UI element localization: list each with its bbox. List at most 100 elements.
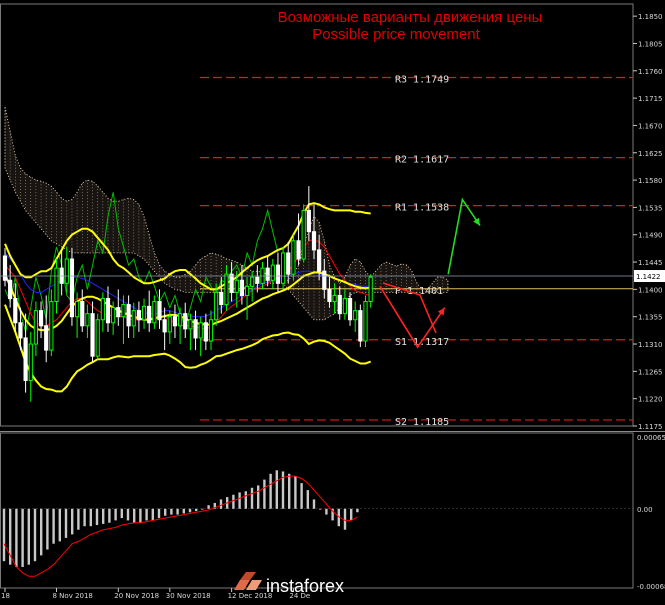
oscillator-histogram-bar xyxy=(306,490,309,509)
price-chart: R3 1.1749R2 1.1617R1 1.1538P 1.1401S1 1.… xyxy=(0,0,665,605)
bull-candle xyxy=(75,301,80,318)
bear-candle xyxy=(172,316,178,327)
oscillator-histogram-bar xyxy=(207,505,210,509)
bear-candle xyxy=(306,209,311,233)
oscillator-histogram-bar xyxy=(58,508,61,542)
bear-candle xyxy=(275,264,281,284)
oscillator-histogram-bar xyxy=(164,508,167,516)
price-tick-label: 1.1850 xyxy=(638,13,663,21)
price-tick-label: 1.1445 xyxy=(638,259,663,267)
bear-candle xyxy=(327,288,332,303)
bear-candle xyxy=(18,322,23,339)
oscillator-histogram-bar xyxy=(21,508,24,568)
oscillator-histogram-bar xyxy=(77,508,80,530)
bull-candle xyxy=(121,304,126,318)
oscillator-histogram-bar xyxy=(288,473,291,509)
oscillator-histogram-bar xyxy=(170,508,173,515)
oscillator-histogram-bar xyxy=(269,473,272,509)
oscillator-histogram-bar xyxy=(300,483,303,509)
oscillator-histogram-bar xyxy=(356,508,359,513)
bear-candle xyxy=(203,322,208,342)
bull-candle xyxy=(244,285,250,296)
bear-candle xyxy=(322,270,327,290)
bull-candle xyxy=(332,294,337,303)
bear-candle xyxy=(44,325,49,351)
bull-candle xyxy=(353,310,358,321)
bull-candle xyxy=(111,307,116,324)
pivot-level-label: S1 1.1317 xyxy=(395,337,449,348)
oscillator-histogram-bar xyxy=(257,485,260,509)
bull-candle xyxy=(100,297,105,321)
oscillator-histogram-bar xyxy=(133,508,136,523)
bear-candle xyxy=(358,310,363,342)
price-tick-label: 1.1760 xyxy=(638,68,663,76)
bear-candle xyxy=(38,310,44,327)
bull-candle xyxy=(49,301,54,351)
bear-candle xyxy=(183,313,188,330)
bull-candle xyxy=(250,276,255,287)
price-tick-label: 1.1220 xyxy=(638,396,663,404)
oscillator-histogram-bar xyxy=(139,508,142,523)
current-price-label: 1.1422 xyxy=(636,273,661,281)
bull-candle xyxy=(64,258,69,284)
oscillator-histogram-bar xyxy=(157,508,161,519)
oscillator-histogram-bar xyxy=(250,487,254,509)
bear-candle xyxy=(255,276,260,284)
bull-candle xyxy=(368,276,373,303)
bear-candle xyxy=(219,291,224,306)
oscillator-histogram-bar xyxy=(2,508,6,562)
bear-candle xyxy=(69,258,75,318)
pivot-level-label: R1 1.1538 xyxy=(395,203,449,214)
bear-candle xyxy=(162,319,167,333)
pivot-level-label: R2 1.1617 xyxy=(395,155,449,166)
bear-candle xyxy=(337,294,342,315)
oscillator-histogram-bar xyxy=(126,508,130,521)
oscillator-histogram-bar xyxy=(238,492,241,509)
oscillator-histogram-bar xyxy=(120,508,123,519)
oscillator-histogram-bar xyxy=(275,470,278,509)
oscillator-histogram-bar xyxy=(151,508,154,521)
price-tick-label: 1.1805 xyxy=(638,40,663,48)
bull-candle xyxy=(291,240,296,275)
bull-candle xyxy=(234,279,239,293)
bear-candle xyxy=(347,297,353,321)
oscillator-histogram-bar xyxy=(83,508,86,527)
bull-candle xyxy=(270,264,275,281)
oscillator-histogram-bar xyxy=(188,508,192,513)
price-tick-label: 1.1580 xyxy=(638,177,663,185)
bull-candle xyxy=(33,310,38,345)
bear-candle xyxy=(193,319,198,339)
oscillator-histogram-bar xyxy=(145,508,148,521)
bear-candle xyxy=(80,301,85,327)
bull-candle xyxy=(301,209,306,260)
bull-candle xyxy=(95,319,100,357)
bear-candle xyxy=(286,252,291,275)
bear-candle xyxy=(311,231,317,251)
bull-candle xyxy=(281,252,286,284)
bull-candle xyxy=(188,319,193,330)
time-tick-label: 18 xyxy=(1,592,10,600)
oscillator-histogram-bar xyxy=(319,508,322,510)
logo-text: instaforex xyxy=(266,576,344,596)
oscillator-histogram-bar xyxy=(263,479,266,509)
bull-candle xyxy=(178,313,183,327)
price-tick-label: 1.1535 xyxy=(638,204,663,212)
oscillator-histogram-bar xyxy=(64,508,68,538)
bear-candle xyxy=(265,267,270,281)
bear-candle xyxy=(116,307,121,318)
oscillator-histogram-bar xyxy=(325,508,328,515)
bull-candle xyxy=(28,343,33,381)
price-tick-label: 1.1670 xyxy=(638,122,663,130)
oscillator-histogram-bar xyxy=(201,508,204,510)
time-tick-label: 30 Nov 2018 xyxy=(166,592,211,600)
price-tick-label: 1.1400 xyxy=(638,286,663,294)
bear-candle xyxy=(136,310,142,321)
bull-candle xyxy=(167,316,172,333)
oscillator-histogram-bar xyxy=(27,508,30,565)
oscillator-histogram-bar xyxy=(232,494,235,509)
oscillator-histogram-bar xyxy=(350,508,353,521)
bear-candle xyxy=(296,240,301,260)
price-tick-label: 1.1355 xyxy=(638,314,663,322)
oscillator-histogram-bar xyxy=(244,491,247,509)
oscillator-histogram-bar xyxy=(71,508,74,535)
